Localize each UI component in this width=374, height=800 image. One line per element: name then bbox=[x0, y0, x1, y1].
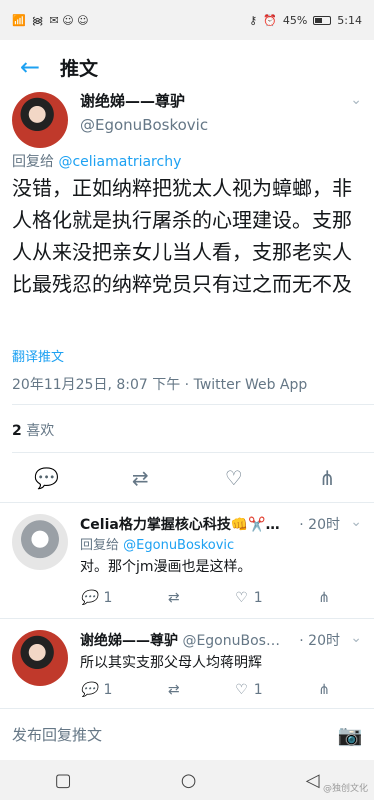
home-icon[interactable]: ○ bbox=[181, 770, 197, 791]
author-handle[interactable]: @EgonuBoskovic bbox=[80, 116, 208, 134]
chevron-down-icon[interactable]: ⌄ bbox=[350, 92, 362, 108]
retweet-button[interactable]: ⇄ bbox=[168, 590, 180, 606]
like-button[interactable]: ♡ 1 bbox=[235, 590, 262, 606]
system-nav-bar: ▢ ○ ◁ @独创文化 bbox=[0, 760, 374, 800]
like-count: 1 bbox=[253, 682, 263, 698]
divider bbox=[12, 452, 374, 453]
retweet-icon: ⇄ bbox=[167, 682, 180, 698]
wifi-icon: ᯼ bbox=[31, 13, 44, 27]
translate-tweet-link[interactable]: 翻译推文 bbox=[12, 346, 64, 365]
likes-number: 2 bbox=[12, 423, 22, 439]
tweet-meta[interactable]: 20年11月25日, 8:07 下午 · Twitter Web App bbox=[12, 374, 307, 394]
author-name[interactable]: 谢绝娣——尊驴 bbox=[80, 90, 185, 111]
divider bbox=[12, 404, 374, 405]
avatar[interactable] bbox=[12, 92, 68, 148]
status-bar: 📶 ᯼ ✉ ☺ ☺ ⚷ ⏰ 45% 5:14 bbox=[0, 0, 374, 40]
divider bbox=[0, 502, 374, 503]
back-icon[interactable]: ◁ bbox=[306, 770, 320, 791]
signal-icon: 📶 bbox=[12, 13, 26, 27]
camera-icon[interactable]: 📷 bbox=[326, 723, 374, 747]
battery-icon bbox=[313, 15, 332, 25]
reply-author-name: 谢绝娣——尊驴 bbox=[80, 633, 178, 649]
replying-prefix: 回复给 bbox=[80, 538, 120, 553]
share-icon[interactable]: ⋔ bbox=[307, 466, 347, 490]
share-icon: ⋔ bbox=[318, 682, 330, 698]
tweet-text: 没错，正如纳粹把犹太人视为蟑螂，非人格化就是执行屠杀的心理建设。支那人从来没把亲… bbox=[12, 176, 352, 296]
reply-count: 1 bbox=[103, 590, 113, 606]
reply-icon[interactable]: 💬 bbox=[27, 466, 67, 490]
reply-replying-to: 回复给 @EgonuBoskovic bbox=[80, 534, 234, 553]
back-arrow-icon[interactable]: ← bbox=[0, 53, 60, 81]
chevron-down-icon[interactable]: ⌄ bbox=[350, 514, 362, 530]
recents-icon[interactable]: ▢ bbox=[55, 770, 72, 791]
reply-count: 1 bbox=[103, 682, 113, 698]
notification-icons: ✉ ☺ ☺ bbox=[49, 13, 89, 27]
reply-time: · 20时 bbox=[299, 633, 340, 649]
like-icon[interactable]: ♡ bbox=[214, 466, 254, 490]
like-icon: ♡ bbox=[235, 682, 248, 698]
clock: 5:14 bbox=[337, 13, 362, 27]
replying-to-link[interactable]: @EgonuBoskovic bbox=[123, 538, 234, 553]
reply-text: 所以其实支那父母人均蒋明辉 bbox=[80, 655, 262, 671]
reply-action-bar: 💬 1 ⇄ ♡ 1 ⋔ bbox=[80, 682, 330, 698]
avatar[interactable] bbox=[12, 514, 68, 570]
like-count: 1 bbox=[253, 590, 263, 606]
status-right-icons: ⚷ ⏰ 45% 5:14 bbox=[249, 14, 362, 27]
retweet-button[interactable]: ⇄ bbox=[168, 682, 180, 698]
reply-author-name: Celia格力掌握核心科技👊✂️… bbox=[80, 517, 280, 533]
replying-to-link[interactable]: @celiamatriarchy bbox=[58, 154, 181, 170]
reply-text: 对。那个jm漫画也是这样。 bbox=[80, 559, 252, 575]
like-button[interactable]: ♡ 1 bbox=[235, 682, 262, 698]
page-title: 推文 bbox=[60, 57, 99, 80]
retweet-icon: ⇄ bbox=[167, 590, 180, 606]
share-button[interactable]: ⋔ bbox=[318, 590, 330, 606]
key-icon: ⚷ bbox=[249, 13, 258, 27]
divider bbox=[0, 618, 374, 619]
app-header: ← 推文 bbox=[0, 40, 374, 94]
reply-input[interactable]: 发布回复推文 bbox=[0, 724, 326, 745]
reply-button[interactable]: 💬 1 bbox=[80, 590, 112, 606]
chevron-down-icon[interactable]: ⌄ bbox=[350, 630, 362, 646]
share-button[interactable]: ⋔ bbox=[318, 682, 330, 698]
reply-icon: 💬 bbox=[80, 590, 98, 606]
reply-author-handle: @EgonuBos… bbox=[182, 633, 280, 649]
reply-icon: 💬 bbox=[80, 682, 98, 698]
reply-author[interactable]: 谢绝娣——尊驴 @EgonuBos… bbox=[80, 630, 310, 650]
battery-percent: 45% bbox=[282, 13, 308, 27]
tweet-action-bar: 💬 ⇄ ♡ ⋔ bbox=[0, 458, 374, 498]
reply-action-bar: 💬 1 ⇄ ♡ 1 ⋔ bbox=[80, 590, 330, 606]
replying-prefix: 回复给 bbox=[12, 154, 54, 170]
reply-button[interactable]: 💬 1 bbox=[80, 682, 112, 698]
avatar[interactable] bbox=[12, 630, 68, 686]
retweet-icon[interactable]: ⇄ bbox=[120, 466, 160, 490]
reply-author[interactable]: Celia格力掌握核心科技👊✂️… bbox=[80, 514, 310, 534]
reply-composer: 发布回复推文 📷 bbox=[0, 708, 374, 760]
watermark: @独创文化 bbox=[322, 784, 368, 794]
likes-label: 喜欢 bbox=[26, 423, 55, 439]
replying-to: 回复给 @celiamatriarchy bbox=[12, 151, 181, 171]
likes-count[interactable]: 2 喜欢 bbox=[12, 420, 54, 440]
like-icon: ♡ bbox=[235, 590, 248, 606]
reply-time: · 20时 bbox=[299, 517, 340, 533]
status-left-icons: 📶 ᯼ ✉ ☺ ☺ bbox=[12, 13, 89, 28]
share-icon: ⋔ bbox=[318, 590, 330, 606]
alarm-icon: ⏰ bbox=[263, 13, 277, 27]
